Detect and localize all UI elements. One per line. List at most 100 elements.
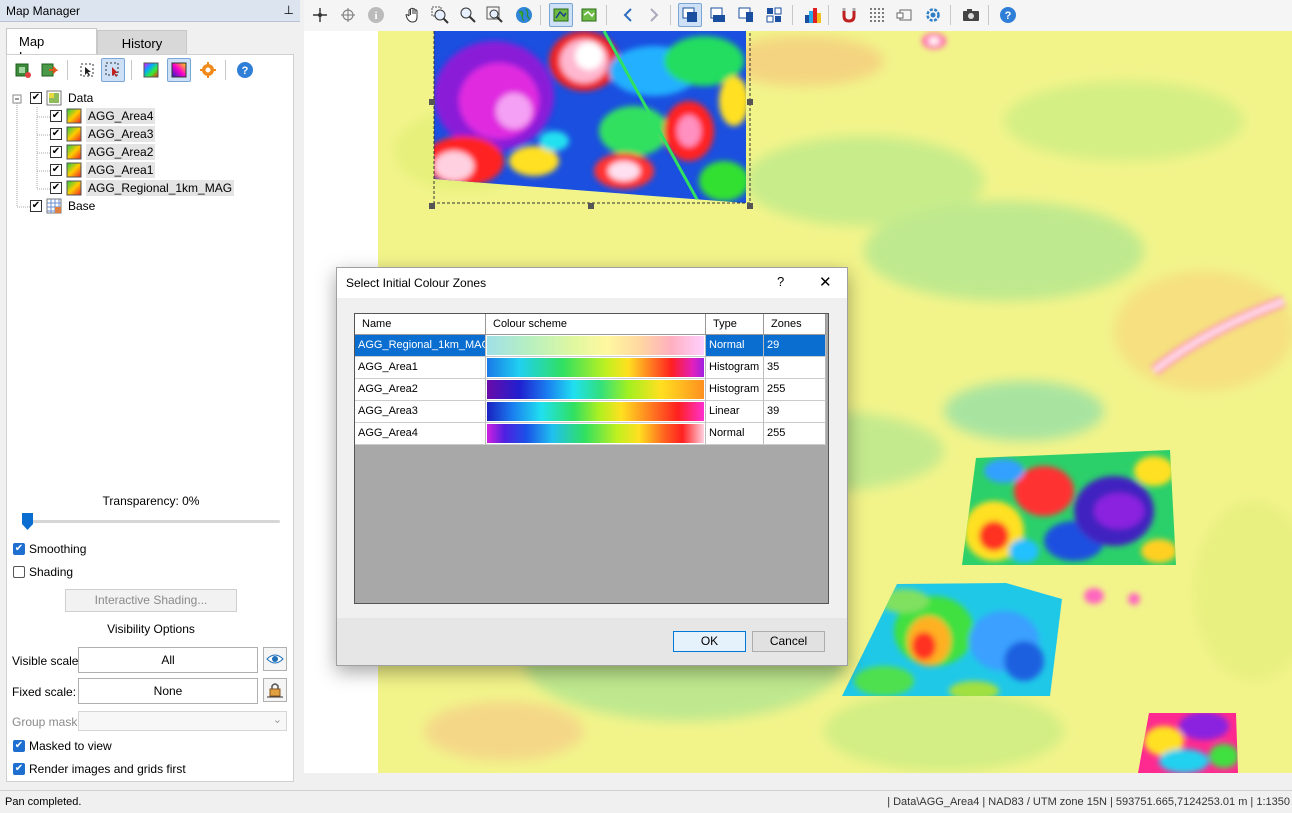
window-layout-3-icon[interactable] [734,3,758,27]
eye-icon[interactable] [263,647,287,671]
transparency-slider-track[interactable] [25,520,280,523]
table-row-zones[interactable]: 35 [764,357,826,379]
cancel-button[interactable]: Cancel [752,631,825,652]
settings-icon[interactable] [196,58,220,82]
table-row-name[interactable]: AGG_Area4 [355,423,486,445]
interactive-shading-button[interactable]: Interactive Shading... [65,589,237,612]
layer-checkbox[interactable]: ✔ [50,164,62,176]
window-layout-1-icon[interactable] [678,3,702,27]
window-layout-2-icon[interactable] [706,3,730,27]
colour-scheme-swatch[interactable] [486,423,706,445]
zoom-box-icon[interactable] [428,3,452,27]
help-icon[interactable]: ? [777,274,784,289]
tree-group-data[interactable]: ✔ Data [30,89,95,107]
tree-layer-row[interactable]: ✔ AGG_Area3 [50,125,156,143]
magnet-icon[interactable] [837,3,861,27]
column-header-name[interactable]: Name [355,314,486,335]
smoothing-option[interactable]: ✔ Smoothing [13,542,86,556]
select-box-icon[interactable] [101,58,125,82]
resize-handle[interactable] [429,203,435,209]
status-coordinates: | Data\AGG_Area4 | NAD83 / UTM zone 15N … [887,796,1290,808]
render-first-checkbox[interactable]: ✔ [13,763,25,775]
layer-checkbox[interactable]: ✔ [50,182,62,194]
resize-handle[interactable] [429,99,435,105]
base-group-checkbox[interactable]: ✔ [30,200,42,212]
table-row-name[interactable]: AGG_Regional_1km_MAG [355,335,486,357]
tree-layer-row[interactable]: ✔ AGG_Area4 [50,107,156,125]
color-bars-icon[interactable] [801,3,825,27]
grid-dots-icon[interactable] [865,3,889,27]
resize-handle[interactable] [588,203,594,209]
color-zones-icon[interactable] [167,58,191,82]
layer-checkbox[interactable]: ✔ [50,128,62,140]
pin-icon[interactable]: ⊥ [284,3,294,17]
tree-layer-row[interactable]: ✔ AGG_Regional_1km_MAG [50,179,235,197]
tab-history[interactable]: History [97,30,187,54]
layer-checkbox[interactable]: ✔ [50,110,62,122]
tree-group-base[interactable]: ✔ Base [30,197,97,215]
table-row-type[interactable]: Histogram [706,357,764,379]
shading-option[interactable]: Shading [13,565,73,579]
table-row-name[interactable]: AGG_Area1 [355,357,486,379]
fixed-scale-field[interactable]: None [78,678,258,704]
help-icon[interactable]: ? [233,58,257,82]
globe-icon[interactable] [512,3,536,27]
close-icon[interactable]: ✕ [819,273,832,291]
column-header-colour-scheme[interactable]: Colour scheme [486,314,706,335]
tab-map-layers[interactable]: Map Layers [6,28,97,64]
table-row-name[interactable]: AGG_Area2 [355,379,486,401]
hand-pan-icon[interactable] [401,3,425,27]
tree-layer-row[interactable]: ✔ AGG_Area2 [50,143,156,161]
help-icon[interactable]: ? [996,3,1020,27]
camera-icon[interactable] [959,3,983,27]
table-row-name[interactable]: AGG_Area3 [355,401,486,423]
table-row-zones[interactable]: 255 [764,423,826,445]
group-mask-select[interactable]: ⌄ [78,711,287,731]
masked-to-view-checkbox[interactable]: ✔ [13,740,25,752]
ok-button[interactable]: OK [673,631,746,652]
add-layer-icon[interactable] [11,58,35,82]
select-region-icon[interactable] [75,58,99,82]
layer-view-icon[interactable] [549,3,573,27]
table-row-type[interactable]: Linear [706,401,764,423]
table-row-zones[interactable]: 39 [764,401,826,423]
window-layout-4-icon[interactable] [762,3,786,27]
colour-scheme-swatch[interactable] [486,401,706,423]
forward-icon[interactable] [642,3,666,27]
layer-refresh-icon[interactable] [577,3,601,27]
column-header-zones[interactable]: Zones [764,314,826,335]
table-row-type[interactable]: Histogram [706,379,764,401]
export-layer-icon[interactable] [37,58,61,82]
shading-checkbox[interactable] [13,566,25,578]
lock-scale-icon[interactable] [263,678,287,702]
smoothing-checkbox[interactable]: ✔ [13,543,25,555]
tree-layer-row[interactable]: ✔ AGG_Area1 [50,161,156,179]
zoom-extent-icon[interactable] [483,3,507,27]
grid-layer-icon [66,108,82,124]
table-row-type[interactable]: Normal [706,423,764,445]
info-icon[interactable]: i [364,3,388,27]
resize-handle[interactable] [747,99,753,105]
color-icon[interactable] [139,58,163,82]
table-row-zones[interactable]: 255 [764,379,826,401]
crosshair-icon[interactable] [336,3,360,27]
resize-handle[interactable] [747,203,753,209]
visible-scale-field[interactable]: All [78,647,258,673]
pan-point-icon[interactable] [308,3,332,27]
colour-scheme-swatch[interactable] [486,357,706,379]
transparency-slider-thumb[interactable] [22,513,33,530]
table-row-type[interactable]: Normal [706,335,764,357]
masked-to-view-option[interactable]: ✔ Masked to view [13,739,112,753]
column-header-type[interactable]: Type [706,314,764,335]
data-group-checkbox[interactable]: ✔ [30,92,42,104]
layer-checkbox[interactable]: ✔ [50,146,62,158]
select-tool-icon[interactable] [893,3,917,27]
render-first-option[interactable]: ✔ Render images and grids first [13,762,186,776]
back-icon[interactable] [616,3,640,27]
zoom-icon[interactable] [456,3,480,27]
map-layers-body: ? ✔ Data ✔ AGG_Area4 ✔ AGG_Area3 ✔ AGG_A… [6,54,294,782]
gear-icon[interactable] [921,3,945,27]
colour-scheme-swatch[interactable] [486,335,706,357]
table-row-zones[interactable]: 29 [764,335,826,357]
colour-scheme-swatch[interactable] [486,379,706,401]
